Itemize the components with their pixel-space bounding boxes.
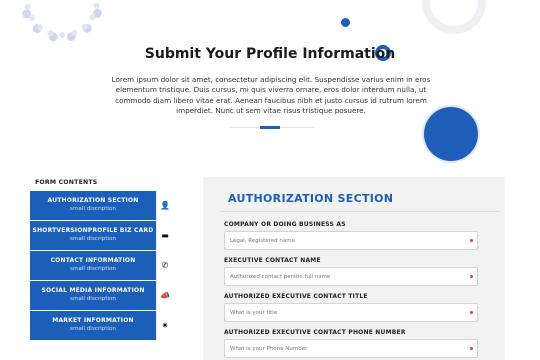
sidebar-item-sub: small discription [70,266,116,272]
contact-title-field-placeholder: What is your title [230,310,278,316]
section-divider [220,211,500,212]
sidebar-item-label: AUTHORIZATION SECTION [47,197,139,204]
sidebar-item-social-media[interactable]: SOCIAL MEDIA INFORMATION small discripti… [30,281,173,311]
page-title: Submit Your Profile Information [144,46,396,62]
divider-accent [260,126,280,129]
contact-name-field-label: EXECUTIVE CONTACT NAME [224,257,321,264]
phone-field-placeholder: What is your Phone Number [230,346,308,352]
sidebar-item-label: SHORTVERSIONPROFILE BIZ CARD [32,227,154,234]
sidebar-item-sub: small discription [70,296,116,302]
sidebar-item-sub: small discription [70,236,116,242]
section-title: AUTHORIZATION SECTION [228,192,394,205]
sidebar-item-label: MARKET INFORMATION [52,317,134,324]
required-dot-icon [470,347,473,350]
sparkle-icon: ✷ [156,311,173,340]
contact-title-field-label: AUTHORIZED EXECUTIVE CONTACT TITLE [224,293,368,300]
contact-title-field[interactable]: What is your title [224,303,478,322]
intro-paragraph: Lorem ipsum dolor sit amet, consectetur … [111,75,431,116]
phone-field-label: AUTHORIZED EXECUTIVE CONTACT PHONE NUMBE… [224,329,406,336]
sidebar-heading: FORM CONTENTS [30,175,173,191]
sidebar-item-market[interactable]: MARKET INFORMATION small discription ✷ [30,311,173,341]
sidebar-item-biz-card[interactable]: SHORTVERSIONPROFILE BIZ CARD small discr… [30,221,173,251]
form-panel: AUTHORIZATION SECTION COMPANY OR DOING B… [203,177,505,360]
sidebar-item-label: SOCIAL MEDIA INFORMATION [41,287,145,294]
sidebar-item-contact[interactable]: CONTACT INFORMATION small discription ✆ [30,251,173,281]
sidebar-item-sub: small discription [70,206,116,212]
form-contents-sidebar: FORM CONTENTS AUTHORIZATION SECTION smal… [30,175,173,360]
megaphone-icon: 📣 [156,281,173,310]
sidebar-item-sub: small discription [70,326,116,332]
phone-icon: ✆ [156,251,173,280]
company-field-placeholder: Legal, Registered name [230,238,295,244]
sidebar-item-label: CONTACT INFORMATION [50,257,136,264]
required-dot-icon [470,275,473,278]
person-icon: 👤 [156,191,173,220]
required-dot-icon [470,311,473,314]
contact-name-field-placeholder: Authorized contact person full name [230,274,331,280]
sidebar-item-authorization[interactable]: AUTHORIZATION SECTION small discription … [30,191,173,221]
company-field[interactable]: Legal, Registered name [224,231,478,250]
decorative-gray-ring [422,0,486,34]
decorative-blue-dot [341,18,350,27]
contact-name-field[interactable]: Authorized contact person full name [224,267,478,286]
company-field-label: COMPANY OR DOING BUSINESS AS [224,221,346,228]
required-dot-icon [470,239,473,242]
profile-page: Submit Your Profile Information Lorem ip… [0,0,540,360]
phone-field[interactable]: What is your Phone Number [224,339,478,358]
card-icon: ▬ [156,221,173,250]
